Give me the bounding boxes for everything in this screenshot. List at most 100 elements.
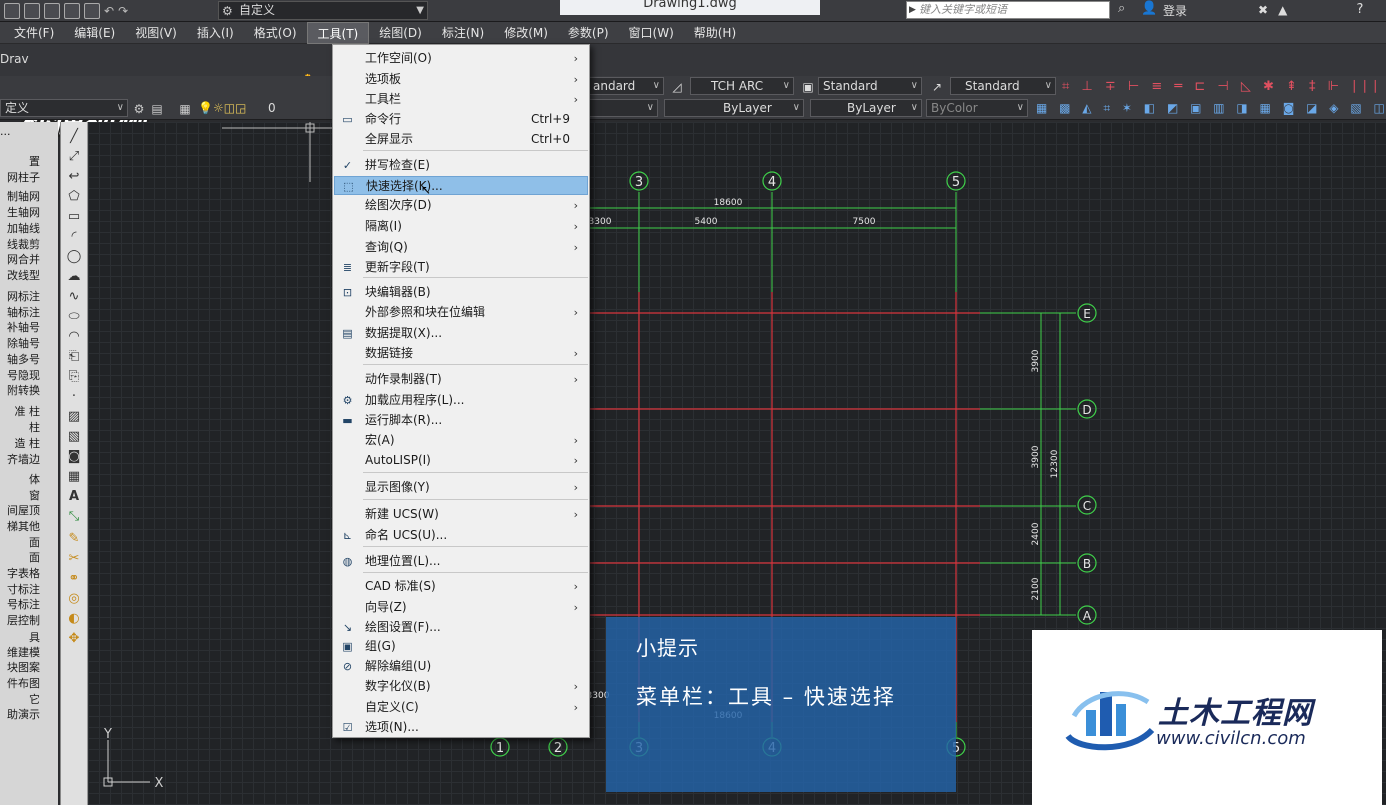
- palette-command-item[interactable]: 网标注: [0, 290, 40, 304]
- menu-item-12[interactable]: ⊡ 块编辑器(B): [334, 283, 588, 302]
- menu-item-1[interactable]: 工作空间(O) ›: [334, 49, 588, 68]
- menu-item-23[interactable]: ⊾ 命名 UCS(U)...: [334, 526, 588, 545]
- revision-cloud-icon[interactable]: ☁: [65, 268, 83, 286]
- linetype-select[interactable]: ByLayer ∨: [664, 99, 804, 117]
- palette-command-item[interactable]: 窗: [0, 489, 40, 503]
- table-icon[interactable]: ▦: [65, 468, 83, 486]
- palette-command-item[interactable]: 附转换: [0, 384, 40, 398]
- move-icon[interactable]: ✥: [65, 630, 83, 648]
- workspace-select[interactable]: ⚙ 自定义 ▼: [218, 1, 428, 20]
- text-style-select[interactable]: andard ∨: [588, 77, 664, 95]
- multileader-style-select[interactable]: Standard ∨: [950, 77, 1056, 95]
- construction-line-icon[interactable]: ⤢: [65, 148, 83, 166]
- menu-item-31[interactable]: 自定义(C) ›: [334, 698, 588, 717]
- mirror-icon[interactable]: ⚭: [65, 570, 83, 588]
- menu-modify[interactable]: 修改(M): [494, 22, 558, 44]
- menu-item-20[interactable]: AutoLISP(I) ›: [334, 451, 588, 470]
- menu-item-9[interactable]: 隔离(I) ›: [334, 217, 588, 236]
- help-icon[interactable]: ?: [1350, 0, 1370, 20]
- array-icon[interactable]: ◐: [65, 610, 83, 628]
- menu-item-2[interactable]: 选项板 ›: [334, 70, 588, 89]
- copy-icon[interactable]: ✂: [65, 550, 83, 568]
- menu-item-16[interactable]: 动作录制器(T) ›: [334, 370, 588, 389]
- palette-command-item[interactable]: 制轴网: [0, 190, 40, 204]
- workspace-layer-select[interactable]: 定义 ∨: [0, 99, 128, 117]
- polyline-icon[interactable]: ↩: [65, 168, 83, 186]
- menu-dimension[interactable]: 标注(N): [432, 22, 494, 44]
- menu-item-5[interactable]: 全屏显示 Ctrl+0: [334, 130, 588, 149]
- palette-command-item[interactable]: 面: [0, 536, 40, 550]
- table-style-icon[interactable]: ▣: [801, 80, 815, 94]
- palette-command-item[interactable]: 维建模: [0, 646, 40, 660]
- menu-item-32[interactable]: ☑ 选项(N)...: [334, 718, 588, 737]
- palette-command-item[interactable]: 生轴网: [0, 206, 40, 220]
- layer-properties-icon[interactable]: ▦: [178, 102, 192, 116]
- ellipse-icon[interactable]: ⬭: [65, 308, 83, 326]
- menu-item-30[interactable]: 数字化仪(B) ›: [334, 677, 588, 696]
- palette-command-item[interactable]: 置: [0, 155, 40, 169]
- login-link[interactable]: 登录: [1163, 2, 1187, 19]
- palette-command-item[interactable]: 号隐现: [0, 369, 40, 383]
- menu-item-18[interactable]: ▬ 运行脚本(R)...: [334, 411, 588, 430]
- menu-file[interactable]: 文件(F): [0, 22, 64, 44]
- menu-item-24[interactable]: ◍ 地理位置(L)...: [334, 552, 588, 571]
- menu-item-19[interactable]: 宏(A) ›: [334, 431, 588, 450]
- palette-command-item[interactable]: 号标注: [0, 598, 40, 612]
- insert-block-icon[interactable]: ⎗: [65, 348, 83, 366]
- menu-item-13[interactable]: 外部参照和块在位编辑 ›: [334, 303, 588, 322]
- add-selected-icon[interactable]: ⤡: [65, 508, 83, 526]
- dimension-style-icon[interactable]: ◿: [670, 80, 684, 94]
- drawing-tab[interactable]: Drav: [0, 52, 29, 66]
- palette-command-item[interactable]: 件布图: [0, 677, 40, 691]
- autodesk-app-icon[interactable]: ▲: [1278, 0, 1287, 20]
- menu-item-4[interactable]: ▭ 命令行 Ctrl+9: [334, 110, 588, 129]
- menu-format[interactable]: 格式(O): [244, 22, 307, 44]
- palette-command-item[interactable]: 齐墙边: [0, 453, 40, 467]
- menu-item-28[interactable]: ▣ 组(G): [334, 637, 588, 656]
- menu-edit[interactable]: 编辑(E): [64, 22, 125, 44]
- multileader-style-icon[interactable]: ↗: [930, 80, 944, 94]
- menu-item-14[interactable]: ▤ 数据提取(X)...: [334, 324, 588, 343]
- menu-insert[interactable]: 插入(I): [187, 22, 244, 44]
- palette-command-item[interactable]: 除轴号: [0, 337, 40, 351]
- palette-command-item[interactable]: 补轴号: [0, 321, 40, 335]
- menu-tools[interactable]: 工具(T): [306, 21, 370, 44]
- palette-command-item[interactable]: 它: [0, 693, 40, 707]
- tch-tools-icons[interactable]: ⌗ ⊥ ∓ ⊢ ≡ ═ ⊏ ⊣ ◺ ✱ ⇞ ‡ ⊩ ∣∣∣: [1062, 79, 1383, 94]
- menu-item-25[interactable]: CAD 标准(S) ›: [334, 577, 588, 596]
- color-select[interactable]: ∨: [588, 99, 658, 117]
- palette-command-item[interactable]: 改线型: [0, 269, 40, 283]
- menu-item-17[interactable]: ⚙ 加载应用程序(L)...: [334, 391, 588, 410]
- menu-item-21[interactable]: 显示图像(Y) ›: [334, 478, 588, 497]
- menu-help[interactable]: 帮助(H): [684, 22, 746, 44]
- user-icon[interactable]: 👤: [1141, 1, 1157, 16]
- palette-command-item[interactable]: 网柱子: [0, 171, 40, 185]
- menu-item-8[interactable]: 绘图次序(D) ›: [334, 196, 588, 215]
- palette-command-item[interactable]: 体: [0, 473, 40, 487]
- menu-item-3[interactable]: 工具栏 ›: [334, 90, 588, 109]
- menu-item-26[interactable]: 向导(Z) ›: [334, 598, 588, 617]
- layer-manager-icon[interactable]: ▤: [150, 102, 164, 116]
- make-block-icon[interactable]: ⎘: [65, 368, 83, 386]
- palette-command-item[interactable]: 柱: [0, 421, 40, 435]
- menu-view[interactable]: 视图(V): [125, 22, 187, 44]
- new-file-icon[interactable]: [4, 3, 20, 19]
- search-input[interactable]: ▶ 键入关键字或短语: [906, 1, 1110, 19]
- palette-command-item[interactable]: 轴多号: [0, 353, 40, 367]
- menu-item-11[interactable]: ≣ 更新字段(T): [334, 258, 588, 277]
- palette-command-item[interactable]: 加轴线: [0, 222, 40, 236]
- spline-icon[interactable]: ∿: [65, 288, 83, 306]
- palette-command-item[interactable]: 字表格: [0, 567, 40, 581]
- palette-command-item[interactable]: 造 柱: [0, 437, 41, 451]
- tch-arc-select[interactable]: TCH ARC ∨: [690, 77, 794, 95]
- menu-draw[interactable]: 绘图(D): [369, 22, 432, 44]
- undo-icon[interactable]: ↶: [104, 3, 114, 19]
- menu-item-29[interactable]: ⊘ 解除编组(U): [334, 657, 588, 676]
- palette-command-item[interactable]: 具: [0, 631, 40, 645]
- hatch-icon[interactable]: ▨: [65, 408, 83, 426]
- plotstyle-select[interactable]: ByColor ∨: [926, 99, 1028, 117]
- menu-item-22[interactable]: 新建 UCS(W) ›: [334, 505, 588, 524]
- gradient-icon[interactable]: ▧: [65, 428, 83, 446]
- palette-command-item[interactable]: 寸标注: [0, 583, 40, 597]
- rectangle-icon[interactable]: ▭: [65, 208, 83, 226]
